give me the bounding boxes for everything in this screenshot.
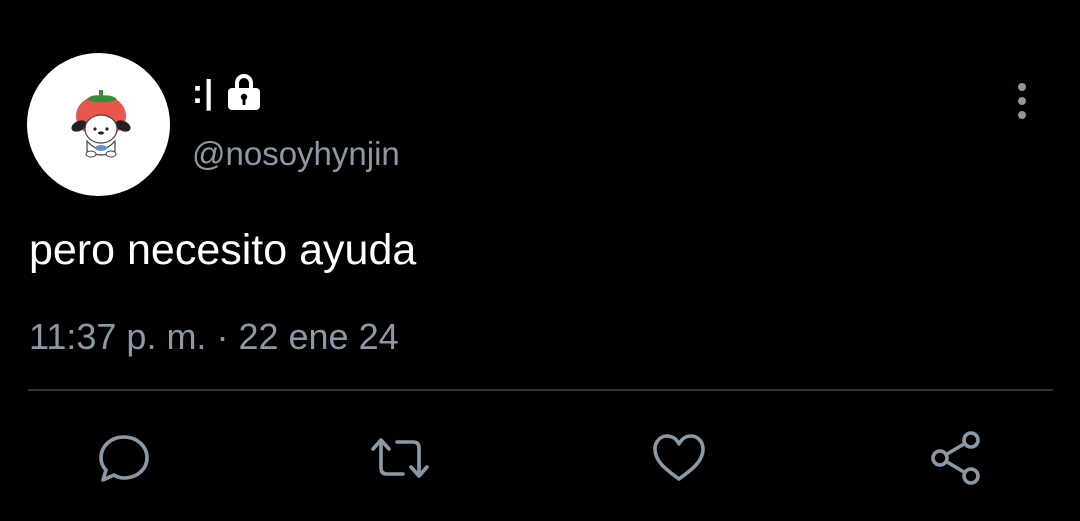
meta-separator: ·	[216, 316, 229, 357]
reply-button[interactable]	[94, 428, 154, 488]
avatar-image	[71, 90, 131, 158]
tweet-text: pero necesito ayuda	[29, 226, 417, 274]
like-button[interactable]	[649, 428, 709, 488]
more-vertical-icon	[1018, 83, 1026, 119]
display-name[interactable]: :|	[192, 70, 214, 114]
tweet-time[interactable]: 11:37 p. m.	[29, 316, 206, 357]
share-icon	[931, 431, 980, 485]
speech-bubble-icon	[99, 435, 149, 482]
retweet-button[interactable]	[370, 428, 430, 488]
divider	[28, 389, 1053, 391]
heart-icon	[653, 434, 705, 481]
retweet-icon	[371, 438, 429, 478]
tweet-date[interactable]: 22 ene 24	[238, 316, 398, 357]
more-options-button[interactable]	[1004, 80, 1040, 124]
share-button[interactable]	[926, 428, 986, 488]
tweet-timestamp: 11:37 p. m. · 22 ene 24	[29, 314, 399, 360]
avatar[interactable]	[27, 53, 170, 196]
display-name-row: :|	[192, 70, 264, 114]
user-handle[interactable]: @nosoyhynjin	[192, 133, 400, 175]
lock-icon	[228, 74, 261, 110]
